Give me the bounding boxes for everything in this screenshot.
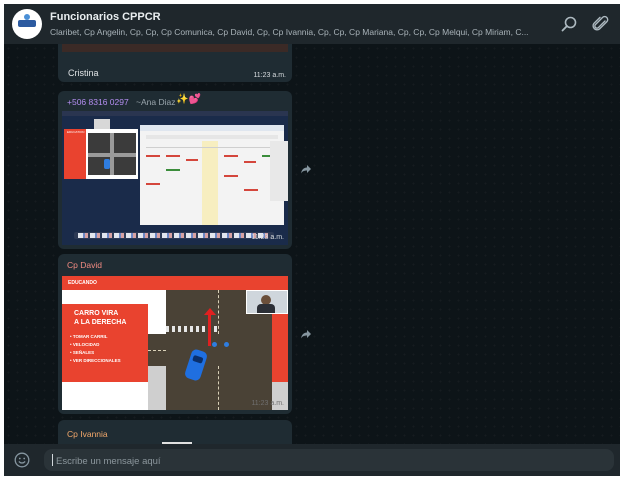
desktop-screenshot-image[interactable]: EDUCATION 11:23 a.m. (62, 111, 288, 245)
participant-list: Claribet, Cp Angelin, Cp, Cp, Cp Comunic… (50, 27, 529, 37)
side-panel (270, 141, 288, 201)
logo-bar (18, 20, 36, 27)
group-avatar[interactable] (12, 9, 42, 39)
webcam-overlay (246, 290, 288, 314)
slide-top-band: EDUCANDO (62, 276, 288, 290)
slide-image[interactable]: EDUCANDO CARRO VIRA A LA DERECHA • TOMAR… (62, 276, 288, 410)
emoji-icon[interactable] (14, 452, 30, 468)
slide-tab-label: EDUCATION (67, 130, 85, 134)
search-icon[interactable] (560, 15, 578, 33)
slide-bullet-4: • VER DIRECCIONALES (70, 358, 121, 363)
slide-title-line-2: A LA DERECHA (74, 319, 127, 326)
sender-emoji: ✨💕 (176, 94, 201, 105)
sender-name[interactable]: Cristina (68, 68, 99, 78)
forward-icon[interactable] (300, 328, 312, 340)
slide-bullet-2: • VELOCIDAD (70, 342, 100, 347)
message-bubble-ana[interactable]: +506 8316 0297 ~Ana Diaz ✨💕 EDUCATION 11… (58, 91, 292, 249)
slide-right-strip (272, 304, 288, 382)
calendar-window (140, 125, 284, 225)
message-input-box[interactable] (44, 449, 614, 471)
whatsapp-window: Funcionarios CPPCR Claribet, Cp Angelin,… (4, 4, 620, 476)
sender-phone[interactable]: +506 8316 0297 (67, 97, 129, 107)
group-name[interactable]: Funcionarios CPPCR (50, 11, 161, 23)
message-time: 11:23 a.m. (251, 234, 284, 241)
slide-preview: EDUCATION (64, 129, 138, 179)
image-thumbnail[interactable] (62, 44, 288, 52)
slide-tag: EDUCANDO (68, 280, 97, 286)
message-input[interactable] (54, 452, 598, 470)
chat-header[interactable]: Funcionarios CPPCR Claribet, Cp Angelin,… (4, 4, 620, 44)
message-bubble-cristina[interactable]: Cristina 11:23 a.m. (58, 44, 292, 82)
slide-text-panel: CARRO VIRA A LA DERECHA • TOMAR CARRIL •… (62, 304, 148, 382)
screen-menubar (62, 111, 288, 116)
turn-arrow (208, 312, 211, 346)
slide-bullet-3: • SEÑALES (70, 350, 95, 355)
video-tile (94, 119, 110, 129)
sender-name: ~Ana Diaz (136, 97, 176, 107)
message-time: 11:23 a.m. (251, 400, 284, 407)
slide-title-line-1: CARRO VIRA (74, 310, 119, 317)
text-cursor (52, 454, 53, 466)
screen-dock (74, 232, 274, 239)
message-bubble-david[interactable]: Cp David EDUCANDO CARRO VIRA A LA DERECH… (58, 254, 292, 414)
message-list[interactable]: Cristina 11:23 a.m. +506 8316 0297 ~Ana … (4, 44, 620, 444)
attach-icon[interactable] (592, 15, 610, 33)
sender-name[interactable]: Cp David (67, 260, 102, 270)
message-time: 11:23 a.m. (253, 72, 286, 79)
message-bubble-ivannia[interactable]: Cp Ivannia (58, 420, 292, 444)
forward-icon[interactable] (300, 163, 312, 175)
message-composer (4, 444, 620, 476)
sender-name[interactable]: Cp Ivannia (67, 429, 108, 439)
slide-bullet-1: • TOMAR CARRIL (70, 334, 108, 339)
